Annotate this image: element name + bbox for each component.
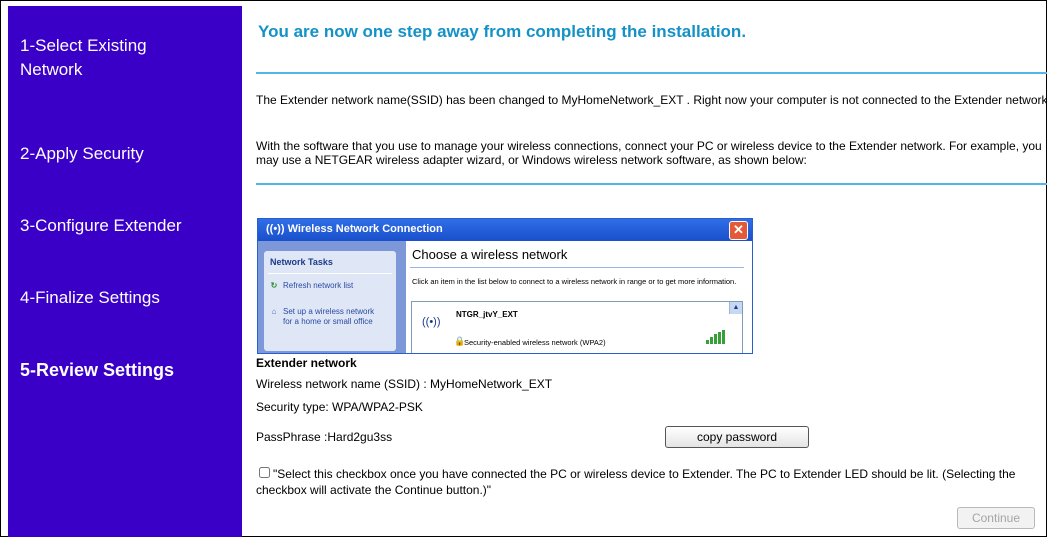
task-setup-label: Set up a wireless network for a home or … — [283, 307, 375, 326]
security-type-value: Security type: WPA/WPA2-PSK — [256, 400, 423, 414]
choose-network-heading: Choose a wireless network — [412, 247, 568, 262]
confirm-connected-checkbox[interactable] — [259, 467, 270, 478]
main-content: You are now one step away from completin… — [242, 0, 1047, 537]
network-tasks-heading: Network Tasks — [270, 257, 333, 267]
network-tasks-panel: Network Tasks ↻ Refresh network list ⌂ Set… — [264, 251, 396, 351]
divider-bottom — [256, 183, 1047, 185]
wireless-connection-screenshot: ((•)) Wireless Network Connection ✕ Netw… — [257, 218, 753, 354]
page-title: You are now one step away from completin… — [258, 22, 747, 41]
sidebar-step-1: 1-Select Existing Network — [20, 34, 147, 82]
task-refresh-label: Refresh network list — [283, 281, 354, 290]
screenshot-window-title-text: Wireless Network Connection — [287, 223, 443, 235]
passphrase-value: PassPhrase :Hard2gu3ss — [256, 430, 393, 444]
signal-bars-icon — [706, 330, 728, 344]
network-security: Security-enabled wireless network (WPA2) — [464, 338, 606, 347]
network-antenna-icon: ((•)) — [422, 316, 441, 328]
instructions-text: With the software that you use to manage… — [256, 139, 1042, 167]
tasks-divider — [268, 273, 392, 274]
extender-network-title: Extender network — [256, 356, 357, 370]
setup-network-icon: ⌂ — [271, 307, 277, 316]
screenshot-titlebar: ((•)) Wireless Network Connection ✕ — [258, 219, 752, 241]
sidebar-step-1-line2: Network — [20, 60, 83, 79]
ssid-value: Wireless network name (SSID) : MyHomeNet… — [256, 377, 553, 391]
screenshot-task-pane: Network Tasks ↻ Refresh network list ⌂ Set… — [258, 241, 406, 353]
copy-password-button[interactable]: copy password — [665, 426, 809, 448]
task-refresh: ↻ Refresh network list — [268, 281, 392, 291]
ssid-changed-text: The Extender network name(SSID) has been… — [256, 93, 1047, 107]
sidebar-step-1-line1: 1-Select Existing — [20, 36, 147, 55]
sidebar-step-4: 4-Finalize Settings — [20, 288, 160, 307]
network-list: ((•)) NTGR_jtvY_EXT 🔒 Security-enabled w… — [411, 301, 743, 353]
screenshot-main-pane: Choose a wireless network Click an item … — [406, 241, 752, 353]
refresh-icon: ↻ — [270, 281, 278, 290]
divider-top — [256, 72, 1047, 74]
task-setup: ⌂ Set up a wireless network for a home or… — [268, 307, 392, 327]
sidebar-step-5-active: 5-Review Settings — [20, 360, 175, 380]
choose-divider — [410, 267, 744, 268]
screenshot-window-title: ((•)) Wireless Network Connection — [266, 223, 443, 235]
close-icon: ✕ — [729, 221, 748, 240]
scroll-up-icon: ▲ — [729, 302, 742, 314]
sidebar: 1-Select Existing Network 2-Apply Securi… — [8, 6, 242, 537]
confirm-checkbox-label: "Select this checkbox once you have conn… — [256, 467, 1016, 497]
wifi-icon: ((•)) — [266, 223, 288, 235]
continue-button[interactable]: Continue — [957, 507, 1035, 529]
choose-network-desc: Click an item in the list below to conne… — [412, 277, 737, 286]
sidebar-step-3: 3-Configure Extender — [20, 216, 182, 235]
network-name: NTGR_jtvY_EXT — [456, 310, 518, 319]
sidebar-step-2: 2-Apply Security — [20, 144, 144, 163]
